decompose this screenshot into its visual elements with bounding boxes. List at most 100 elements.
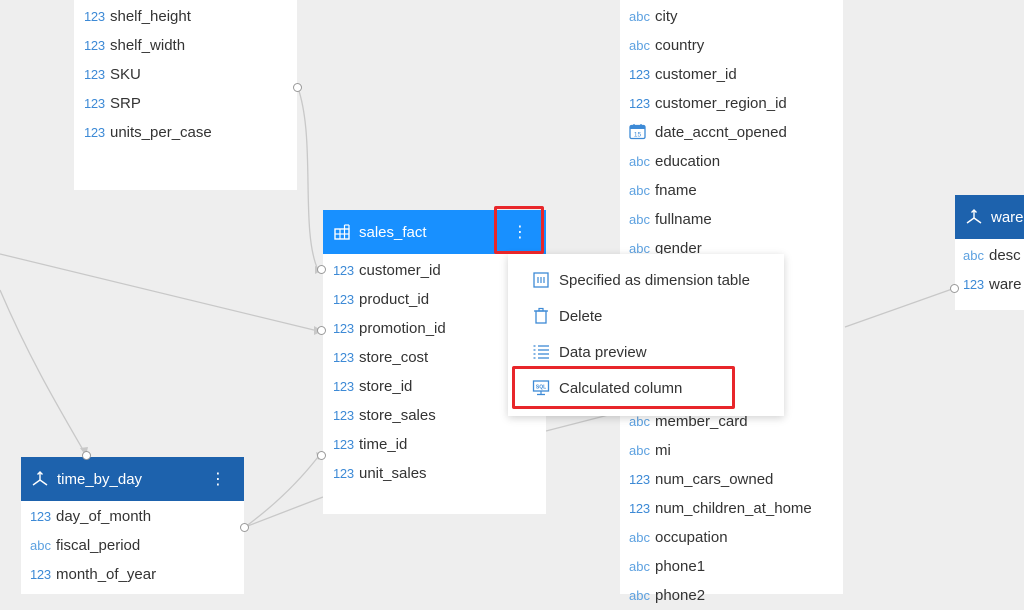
column-row[interactable]: 123 shelf_height xyxy=(84,2,297,31)
list-preview-icon xyxy=(532,343,550,361)
product-table: 123 shelf_height 123 shelf_width 123 SKU 12… xyxy=(74,0,297,190)
column-name: shelf_width xyxy=(110,37,186,54)
column-name: fiscal_period xyxy=(56,537,141,554)
warehouse-table[interactable]: ware abc desc 123 ware xyxy=(955,195,1024,310)
connection-node[interactable] xyxy=(317,451,326,460)
column-row[interactable]: 123 unit_sales xyxy=(333,459,546,488)
column-name: units_per_case xyxy=(110,124,212,141)
column-name: fname xyxy=(655,182,697,199)
text-type-icon: abc xyxy=(629,38,650,53)
more-options-icon[interactable]: ⋮ xyxy=(509,221,531,243)
numeric-type-icon: 123 xyxy=(333,350,354,365)
column-row[interactable]: abc phone1 xyxy=(629,552,843,581)
column-row[interactable]: abc desc xyxy=(963,241,1024,270)
column-row[interactable]: 123 SKU xyxy=(84,60,297,89)
column-row[interactable]: 123 time_id xyxy=(333,430,546,459)
column-name: occupation xyxy=(655,529,728,546)
more-options-icon[interactable]: ⋮ xyxy=(207,468,229,490)
numeric-type-icon: 123 xyxy=(963,277,984,292)
numeric-type-icon: 123 xyxy=(629,501,650,516)
column-row[interactable]: 123 num_cars_owned xyxy=(629,465,843,494)
column-row[interactable]: 123 ware xyxy=(963,270,1024,299)
column-row[interactable]: abc mi xyxy=(629,436,843,465)
column-name: store_id xyxy=(359,378,413,395)
numeric-type-icon: 123 xyxy=(84,38,105,53)
column-row[interactable]: abc phone2 xyxy=(629,581,843,610)
column-row[interactable]: abc occupation xyxy=(629,523,843,552)
column-row[interactable]: 123 day_of_month xyxy=(30,502,244,531)
menu-item-calculated-column[interactable]: SQL Calculated column xyxy=(508,370,784,406)
text-type-icon: abc xyxy=(629,9,650,24)
table-title: ware xyxy=(991,208,1024,226)
numeric-type-icon: 123 xyxy=(30,567,51,582)
column-row[interactable]: abc fullname xyxy=(629,205,843,234)
menu-item-data-preview[interactable]: Data preview xyxy=(508,334,784,370)
link-product-sales xyxy=(297,87,319,271)
column-row[interactable]: abc country xyxy=(629,31,843,60)
dimension-table-icon xyxy=(31,470,49,488)
column-name: desc xyxy=(989,247,1021,264)
menu-item-label: Delete xyxy=(559,307,603,325)
warehouse-header[interactable]: ware xyxy=(955,195,1024,239)
time-by-day-table[interactable]: time_by_day ⋮ 123 day_of_month abc fiscal_… xyxy=(21,457,244,594)
column-row[interactable]: abc city xyxy=(629,2,843,31)
table-title: time_by_day xyxy=(57,470,143,488)
text-type-icon: abc xyxy=(30,538,51,553)
numeric-type-icon: 123 xyxy=(84,67,105,82)
column-row[interactable]: 123 SRP xyxy=(84,89,297,118)
column-name: education xyxy=(655,153,721,170)
connection-node[interactable] xyxy=(317,265,326,274)
column-name: customer_id xyxy=(359,262,441,279)
menu-item-label: Data preview xyxy=(559,343,647,361)
text-type-icon: abc xyxy=(629,559,650,574)
numeric-type-icon: 123 xyxy=(333,437,354,452)
column-row[interactable]: abc fiscal_period xyxy=(30,531,244,560)
column-name: product_id xyxy=(359,291,430,308)
sales-fact-header[interactable]: sales_fact ⋮ xyxy=(323,210,546,254)
column-name: store_sales xyxy=(359,407,436,424)
column-name: time_id xyxy=(359,436,408,453)
column-name: promotion_id xyxy=(359,320,446,337)
numeric-type-icon: 123 xyxy=(629,472,650,487)
column-name: SRP xyxy=(110,95,141,112)
column-row[interactable]: 123 num_children_at_home xyxy=(629,494,843,523)
column-name: ware xyxy=(989,276,1022,293)
column-row[interactable]: 123 shelf_width xyxy=(84,31,297,60)
text-type-icon: abc xyxy=(629,414,650,429)
dimension-table-icon xyxy=(965,208,983,226)
column-name: unit_sales xyxy=(359,465,427,482)
column-name: customer_id xyxy=(655,66,737,83)
column-row[interactable]: 123 customer_id xyxy=(629,60,843,89)
column-row[interactable]: abc education xyxy=(629,147,843,176)
dimension-table-icon xyxy=(532,271,550,289)
menu-item-label: Specified as dimension table xyxy=(559,271,750,289)
column-name: phone1 xyxy=(655,558,706,575)
column-name: country xyxy=(655,37,705,54)
menu-item-specify-dimension[interactable]: Specified as dimension table xyxy=(508,262,784,298)
connection-node[interactable] xyxy=(317,326,326,335)
column-row[interactable]: abc fname xyxy=(629,176,843,205)
column-name: shelf_height xyxy=(110,8,191,25)
column-row[interactable]: 123 customer_region_id xyxy=(629,89,843,118)
link-customer-warehouse xyxy=(844,287,956,328)
time-by-day-header[interactable]: time_by_day ⋮ xyxy=(21,457,244,501)
trash-icon xyxy=(532,307,550,325)
connection-node[interactable] xyxy=(240,523,249,532)
connection-node[interactable] xyxy=(293,83,302,92)
column-name: day_of_month xyxy=(56,508,152,525)
text-type-icon: abc xyxy=(629,530,650,545)
menu-item-delete[interactable]: Delete xyxy=(508,298,784,334)
link-time-sales-2 xyxy=(244,496,324,528)
numeric-type-icon: 123 xyxy=(30,509,51,524)
column-row[interactable]: 123 month_of_year xyxy=(30,560,244,589)
text-type-icon: abc xyxy=(629,212,650,227)
numeric-type-icon: 123 xyxy=(333,321,354,336)
column-row[interactable]: 123 units_per_case xyxy=(84,118,297,147)
svg-text:SQL: SQL xyxy=(536,385,546,391)
connection-node[interactable] xyxy=(950,284,959,293)
column-row[interactable]: 15 date_accnt_opened xyxy=(629,118,843,147)
column-name: fullname xyxy=(655,211,712,228)
connection-node[interactable] xyxy=(82,451,91,460)
text-type-icon: abc xyxy=(629,183,650,198)
link-time-sales-1 xyxy=(244,456,319,528)
